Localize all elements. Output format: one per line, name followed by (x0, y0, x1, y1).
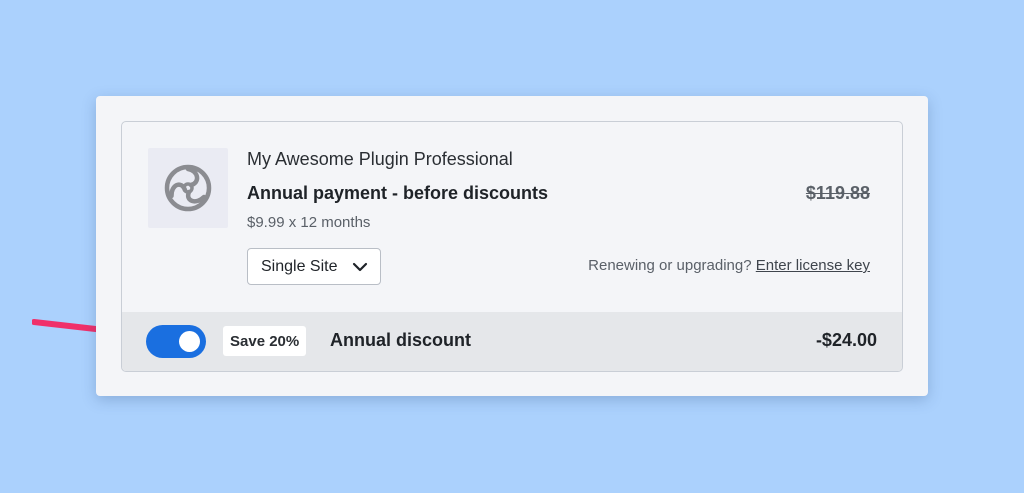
discount-label: Annual discount (330, 330, 471, 350)
original-price: $119.88 (805, 183, 870, 203)
product-thumbnail (148, 148, 228, 228)
enter-license-key-link[interactable]: Enter license key (756, 257, 870, 274)
annual-discount-toggle[interactable] (146, 325, 206, 358)
chevron-down-icon (352, 262, 368, 272)
license-row: Renewing or upgrading? Enter license key (588, 257, 870, 274)
checkout-card: My Awesome Plugin Professional Annual pa… (96, 96, 928, 396)
license-quantity-select[interactable]: Single Site (247, 248, 381, 285)
payment-title: Annual payment - before discounts (247, 183, 549, 203)
annual-discount-row: Save 20% Annual discount -$24.00 (122, 312, 902, 371)
price-breakdown: $9.99 x 12 months (247, 214, 371, 231)
toggle-knob (179, 331, 200, 352)
license-prompt: Renewing or upgrading? (588, 257, 752, 274)
license-quantity-value: Single Site (261, 257, 338, 275)
save-badge: Save 20% (223, 326, 307, 356)
product-name: My Awesome Plugin Professional (247, 149, 513, 169)
order-item-panel: My Awesome Plugin Professional Annual pa… (121, 121, 903, 372)
discount-amount: -$24.00 (815, 330, 877, 350)
plugin-logo-icon (164, 164, 212, 212)
